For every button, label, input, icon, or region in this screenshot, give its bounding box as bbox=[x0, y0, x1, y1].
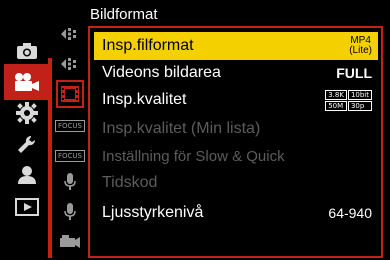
title-underline bbox=[88, 26, 383, 28]
category-custom[interactable] bbox=[10, 98, 44, 128]
tab-other[interactable] bbox=[56, 228, 84, 256]
menu-item-label: Tidskod bbox=[102, 174, 158, 191]
film-icon bbox=[61, 86, 79, 102]
gear-icon bbox=[16, 102, 38, 124]
menu-item-label: Ljusstyrkenivå bbox=[102, 204, 204, 221]
category-playback[interactable] bbox=[10, 192, 44, 222]
page-title: Bildformat bbox=[90, 6, 158, 23]
category-photo[interactable] bbox=[10, 36, 44, 66]
menu-item-value: 64-940 bbox=[328, 205, 372, 221]
tab-image-format[interactable] bbox=[56, 80, 84, 108]
tab-audio-1[interactable] bbox=[56, 168, 84, 196]
tab-focus-2[interactable]: FOCUS bbox=[55, 142, 85, 170]
menu-item-slow-quick[interactable]: Inställning för Slow & Quick bbox=[94, 142, 378, 170]
menu-item-rec-quality[interactable]: Insp.kvalitet 3.8K 10bit 50M 30p bbox=[94, 86, 378, 114]
menu-item-label: Insp.kvalitet bbox=[102, 91, 187, 108]
wrench-icon bbox=[18, 135, 36, 153]
focus-icon: FOCUS bbox=[55, 150, 85, 162]
menu-item-rec-quality-my-list[interactable]: Insp.kvalitet (Min lista) bbox=[94, 115, 378, 143]
menu-item-label: Inställning för Slow & Quick bbox=[102, 147, 285, 165]
camcorder-icon bbox=[60, 235, 80, 248]
category-my-menu[interactable] bbox=[10, 160, 44, 190]
menu-item-time-code[interactable]: Tidskod bbox=[94, 169, 378, 197]
menu-item-label: Insp.filformat bbox=[102, 37, 194, 54]
person-icon bbox=[18, 166, 36, 184]
camera-menu-screen: FOCUS FOCUS Bildformat Insp.filformat MP… bbox=[0, 0, 390, 260]
microphone-icon bbox=[64, 203, 76, 220]
menu-item-value: MP4 (Lite) bbox=[349, 36, 372, 56]
microphone-icon bbox=[64, 173, 76, 190]
playback-icon bbox=[15, 198, 39, 216]
menu-item-rec-file-format[interactable]: Insp.filformat MP4 (Lite) bbox=[94, 32, 378, 60]
tab-2[interactable] bbox=[56, 50, 84, 78]
camera-icon bbox=[17, 43, 37, 59]
category-divider bbox=[48, 58, 52, 258]
menu-item-value: FULL bbox=[336, 65, 372, 81]
category-setup[interactable] bbox=[10, 130, 44, 160]
menu-item-label: Videons bildarea bbox=[102, 64, 221, 81]
arrow-flow-icon bbox=[61, 58, 76, 70]
resolution-badge: 3.8K bbox=[325, 89, 347, 100]
bitrate-badge: 50M bbox=[325, 100, 347, 111]
menu-item-image-area[interactable]: Videons bildarea FULL bbox=[94, 59, 378, 87]
tab-focus-1[interactable]: FOCUS bbox=[55, 112, 85, 140]
menu-item-luminance-level[interactable]: Ljusstyrkenivå 64-940 bbox=[94, 199, 378, 227]
menu-item-label: Insp.kvalitet (Min lista) bbox=[102, 120, 261, 137]
bit-depth-badge: 10bit bbox=[347, 89, 372, 100]
frame-rate-badge: 30p bbox=[347, 100, 372, 111]
quality-badges: 3.8K 10bit 50M 30p bbox=[325, 89, 372, 111]
focus-icon: FOCUS bbox=[55, 120, 85, 132]
tab-audio-2[interactable] bbox=[56, 198, 84, 226]
video-camera-icon bbox=[15, 73, 39, 91]
arrow-flow-icon bbox=[61, 28, 76, 40]
category-video[interactable] bbox=[4, 64, 48, 100]
value-variant: (Lite) bbox=[349, 45, 372, 56]
tab-1[interactable] bbox=[56, 20, 84, 48]
